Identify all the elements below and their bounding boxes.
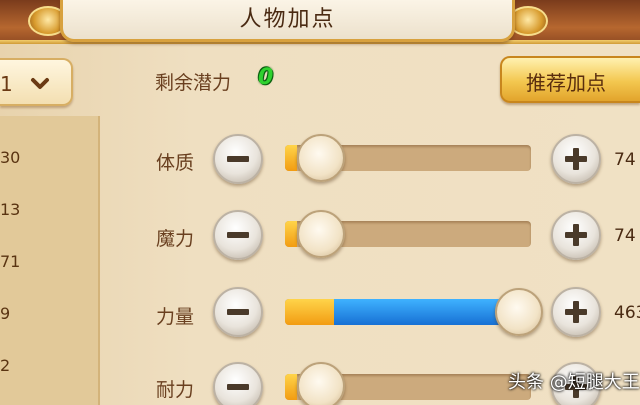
minus-icon <box>227 232 249 238</box>
increase-magic-button[interactable] <box>551 210 601 260</box>
dropdown-value: 1 <box>0 72 13 96</box>
left-stat-value: 9 <box>0 304 11 323</box>
left-stat-value: 30 <box>0 148 21 167</box>
decrease-magic-button[interactable] <box>213 210 263 260</box>
minus-icon <box>227 309 249 315</box>
minus-icon <box>227 156 249 162</box>
left-stat-value: 2 <box>0 356 11 375</box>
attr-label-magic: 魔力 <box>156 228 195 250</box>
attribute-allocation-screen: 人物加点 1 30 13 71 9 2 剩余潜力 0 推荐加点 体质 74 魔力 <box>0 0 640 405</box>
left-stat-value: 13 <box>0 200 21 219</box>
increase-constitution-button[interactable] <box>551 134 601 184</box>
decrease-constitution-button[interactable] <box>213 134 263 184</box>
minus-icon <box>227 384 249 390</box>
left-stat-list: 30 13 71 9 2 <box>0 116 100 405</box>
remaining-potential-label: 剩余潜力 <box>155 72 232 94</box>
page-title: 人物加点 <box>239 7 336 32</box>
slider-fill-start <box>285 299 335 325</box>
decrease-endurance-button[interactable] <box>213 362 263 405</box>
left-stat-value: 71 <box>0 252 21 271</box>
remaining-potential-value: 0 <box>258 65 274 90</box>
attr-label-endurance: 耐力 <box>156 379 195 401</box>
decrease-strength-button[interactable] <box>213 287 263 337</box>
endurance-slider-fill <box>285 374 298 400</box>
magic-slider-knob[interactable] <box>297 210 345 258</box>
increase-strength-button[interactable] <box>551 287 601 337</box>
plus-icon <box>565 148 587 170</box>
plus-icon <box>565 224 587 246</box>
attr-label-strength: 力量 <box>156 306 195 328</box>
constitution-value: 74 <box>614 150 636 170</box>
endurance-slider-knob[interactable] <box>297 362 345 405</box>
scheme-dropdown[interactable]: 1 <box>0 58 73 106</box>
recommend-points-label: 推荐加点 <box>526 71 606 95</box>
strength-slider-fill <box>334 299 519 325</box>
strength-value: 463 <box>614 303 640 323</box>
constitution-slider-fill <box>285 145 298 171</box>
plus-icon <box>565 301 587 323</box>
magic-value: 74 <box>614 226 636 246</box>
chevron-down-icon <box>31 78 49 89</box>
attr-label-constitution: 体质 <box>156 152 195 174</box>
constitution-slider-knob[interactable] <box>297 134 345 182</box>
magic-slider-fill <box>285 221 298 247</box>
strength-slider-knob[interactable] <box>494 288 543 336</box>
watermark: 头条 @短腿大王 <box>508 372 640 393</box>
